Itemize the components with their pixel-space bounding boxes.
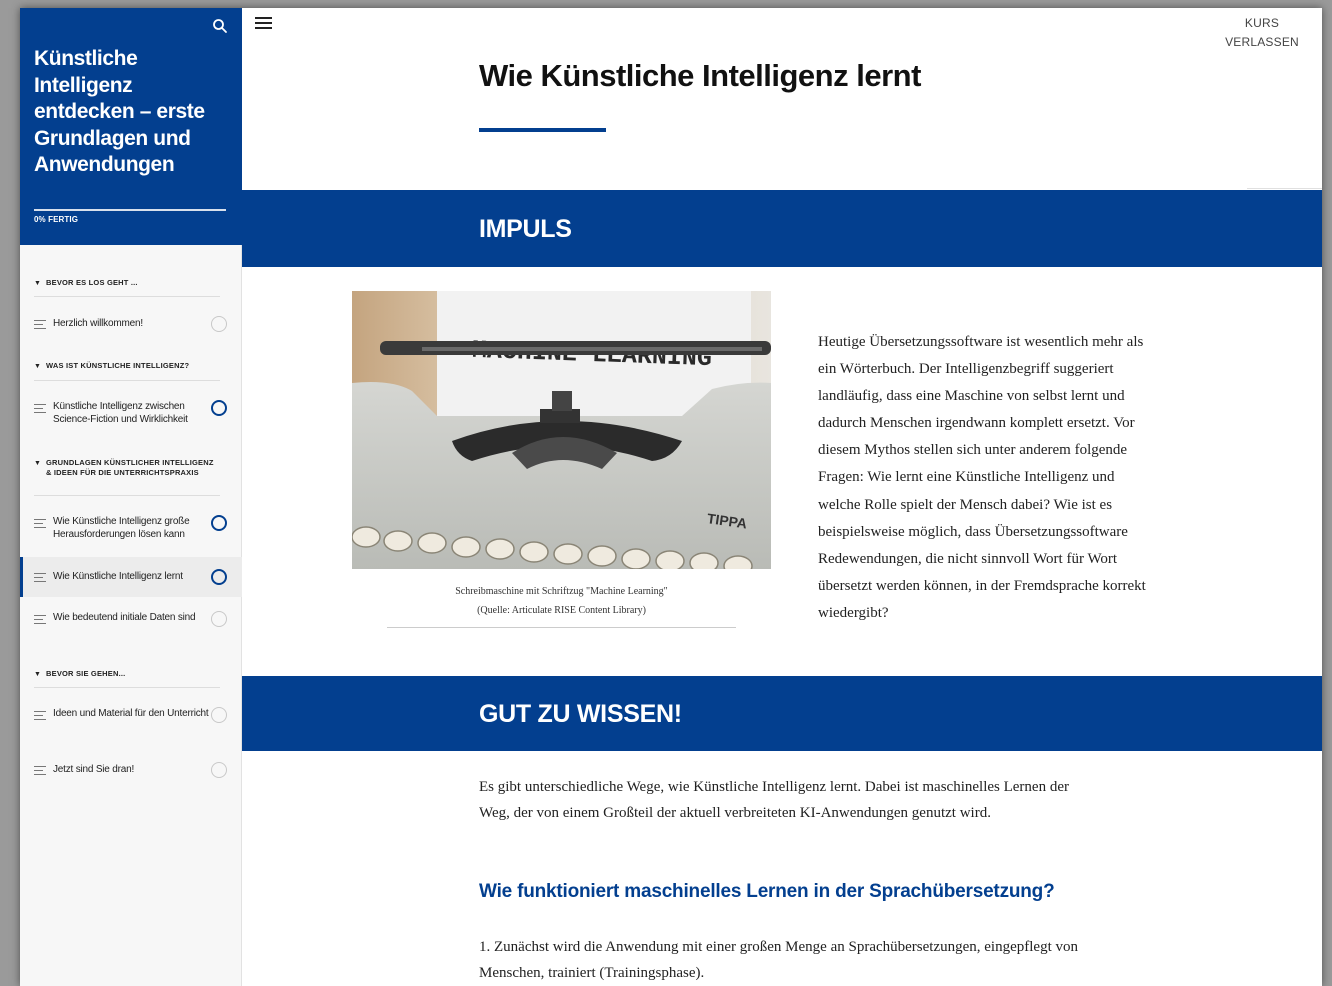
lesson-icon bbox=[34, 573, 46, 582]
lesson-herausforderungen[interactable]: Wie Künstliche Intelligenz große Herausf… bbox=[20, 511, 242, 547]
lesson-label: Ideen und Material für den Unterricht bbox=[53, 708, 209, 719]
title-underline bbox=[479, 128, 606, 132]
section-title: WAS IST KÜNSTLICHE INTELLIGENZ? bbox=[46, 361, 190, 370]
section-title: BEVOR ES LOS GEHT ... bbox=[46, 278, 138, 287]
status-circle-icon bbox=[211, 316, 227, 332]
caption-source: (Quelle: Articulate RISE Content Library… bbox=[477, 605, 646, 616]
progress-bar bbox=[34, 209, 226, 211]
status-progress-icon bbox=[211, 569, 227, 585]
divider bbox=[34, 687, 220, 688]
course-title: Künstliche Intelligenz entdecken – erste… bbox=[34, 47, 205, 176]
divider bbox=[387, 627, 736, 628]
lesson-ideen-material[interactable]: Ideen und Material für den Unterricht bbox=[20, 703, 242, 739]
caret-down-icon: ▼ bbox=[34, 280, 42, 287]
section-title: GRUNDLAGEN KÜNSTLICHER INTELLIGENZ & IDE… bbox=[46, 458, 214, 477]
impuls-banner: IMPULS bbox=[242, 190, 1322, 267]
lesson-icon bbox=[34, 766, 46, 775]
lesson-label: Wie Künstliche Intelligenz lernt bbox=[53, 571, 183, 582]
lesson-label: Herzlich willkommen! bbox=[53, 318, 143, 329]
lesson-science-fiction[interactable]: Künstliche Intelligenz zwischen Science-… bbox=[20, 396, 242, 432]
caption-line: Schreibmaschine mit Schriftzug "Machine … bbox=[455, 586, 668, 597]
gut-zu-wissen-heading: GUT ZU WISSEN! bbox=[479, 700, 682, 728]
section-title: BEVOR SIE GEHEN... bbox=[46, 669, 126, 678]
gut-zu-wissen-banner: GUT ZU WISSEN! bbox=[242, 676, 1322, 751]
gut-zu-wissen-paragraph: Es gibt unterschiedliche Wege, wie Künst… bbox=[479, 779, 1069, 822]
divider bbox=[34, 296, 220, 297]
divider bbox=[34, 380, 220, 381]
list-item: 1. Zunächst wird die Anwendung mit einer… bbox=[479, 939, 1078, 982]
lesson-label: Wie Künstliche Intelligenz große Herausf… bbox=[53, 516, 190, 540]
status-progress-icon bbox=[211, 515, 227, 531]
caret-down-icon: ▼ bbox=[34, 363, 42, 370]
caret-down-icon: ▼ bbox=[34, 671, 42, 678]
lesson-label: Wie bedeutend initiale Daten sind bbox=[53, 612, 196, 623]
lesson-initiale-daten[interactable]: Wie bedeutend initiale Daten sind bbox=[20, 607, 242, 643]
lesson-wie-ki-lernt[interactable]: Wie Künstliche Intelligenz lernt bbox=[20, 557, 242, 597]
typewriter-image: MACHINE LEARNING TIPPA bbox=[352, 291, 771, 569]
image-caption: Schreibmaschine mit Schriftzug "Machine … bbox=[387, 582, 736, 620]
course-sidebar: Künstliche Intelligenz entdecken – erste… bbox=[20, 8, 242, 986]
section-header-bevor-es-los-geht[interactable]: ▼ BEVOR ES LOS GEHT ... bbox=[34, 278, 220, 288]
divider bbox=[1247, 188, 1322, 189]
section-header-bevor-sie-gehen[interactable]: ▼ BEVOR SIE GEHEN... bbox=[34, 669, 220, 679]
menu-icon[interactable] bbox=[255, 17, 272, 31]
lesson-icon bbox=[34, 519, 46, 528]
impuls-paragraph: Heutige Übersetzungssoftware ist wesentl… bbox=[818, 334, 1146, 621]
impuls-heading: IMPULS bbox=[479, 215, 572, 243]
sidebar-header: Künstliche Intelligenz entdecken – erste… bbox=[20, 8, 242, 245]
lesson-icon bbox=[34, 711, 46, 720]
lesson-content: KURS VERLASSEN Wie Künstliche Intelligen… bbox=[242, 8, 1322, 986]
section-header-was-ist-ki[interactable]: ▼ WAS IST KÜNSTLICHE INTELLIGENZ? bbox=[34, 361, 220, 371]
status-progress-icon bbox=[211, 400, 227, 416]
app-window: Künstliche Intelligenz entdecken – erste… bbox=[20, 8, 1322, 986]
lesson-herzlich-willkommen[interactable]: Herzlich willkommen! bbox=[20, 312, 242, 336]
progress-text: 0% FERTIG bbox=[34, 215, 79, 224]
status-circle-icon bbox=[211, 611, 227, 627]
caret-down-icon: ▼ bbox=[34, 460, 42, 467]
lesson-icon bbox=[34, 404, 46, 413]
divider bbox=[34, 495, 220, 496]
lesson-jetzt-sind-sie-dran[interactable]: Jetzt sind Sie dran! bbox=[20, 758, 242, 782]
section-header-grundlagen[interactable]: ▼ GRUNDLAGEN KÜNSTLICHER INTELLIGENZ & I… bbox=[34, 458, 220, 477]
page-title: Wie Künstliche Intelligenz lernt bbox=[479, 58, 921, 93]
lesson-icon bbox=[34, 615, 46, 624]
status-circle-icon bbox=[211, 707, 227, 723]
search-icon[interactable] bbox=[212, 18, 228, 34]
lesson-label: Jetzt sind Sie dran! bbox=[53, 764, 135, 775]
lesson-label: Künstliche Intelligenz zwischen Science-… bbox=[53, 401, 188, 425]
exit-course-button[interactable]: KURS VERLASSEN bbox=[1217, 14, 1307, 52]
lesson-icon bbox=[34, 320, 46, 329]
status-circle-icon bbox=[211, 762, 227, 778]
section-subheading: Wie funktioniert maschinelles Lernen in … bbox=[479, 881, 1055, 902]
